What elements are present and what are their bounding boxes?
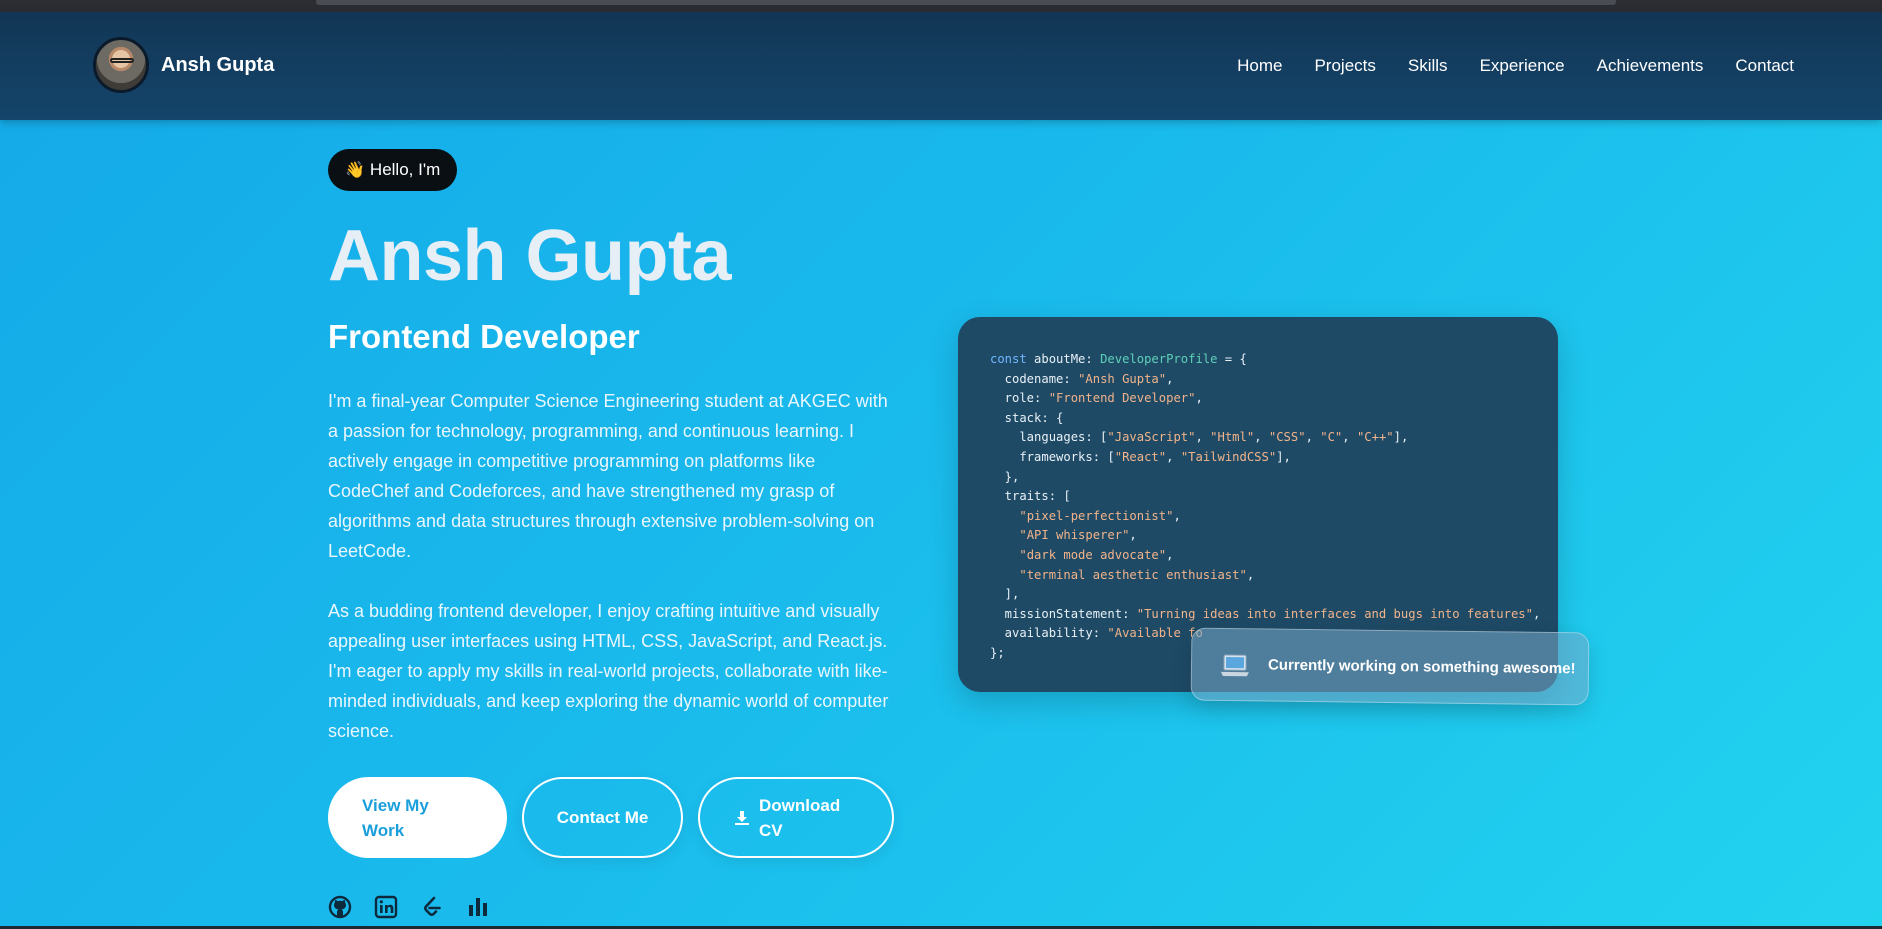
greeting-text: Hello, I'm <box>369 160 441 179</box>
code-string: "Ansh Gupta" <box>1078 371 1167 386</box>
status-text: Currently working on something awesome! <box>1267 656 1576 678</box>
bio-paragraph-2: As a budding frontend developer, I enjoy… <box>328 601 889 741</box>
nav-home[interactable]: Home <box>1237 56 1282 76</box>
linkedin-icon[interactable] <box>374 895 398 919</box>
code-keyword: const <box>990 352 1027 366</box>
view-work-label: View My Work <box>362 795 429 840</box>
code-string: "Html" <box>1210 430 1255 445</box>
hero-role: Frontend Developer <box>328 318 640 355</box>
code-string: "Frontend Developer" <box>1048 391 1196 406</box>
navbar: Ansh Gupta Home Projects Skills Experien… <box>0 12 1882 120</box>
code-key: languages: [ <box>990 430 1108 445</box>
code-brace: }, <box>990 469 1020 484</box>
code-string: "API whisperer" <box>1019 528 1130 543</box>
download-cv-button[interactable]: Download CV <box>698 777 894 858</box>
code-string: "Turning ideas into interfaces and bugs … <box>1136 606 1533 621</box>
code-string: "CSS" <box>1268 430 1306 445</box>
avatar <box>93 37 149 93</box>
nav-projects[interactable]: Projects <box>1314 56 1375 76</box>
github-icon[interactable] <box>328 895 352 919</box>
leetcode-icon[interactable] <box>420 895 444 919</box>
download-icon <box>735 810 749 825</box>
code-key: availability: <box>990 626 1108 641</box>
laptop-icon <box>1220 653 1249 676</box>
code-key: traits: [ <box>990 489 1071 504</box>
code-string: "React" <box>1114 449 1167 464</box>
code-block: const aboutMe: DeveloperProfile = { code… <box>990 352 1541 660</box>
browser-scroll-indicator <box>316 0 1616 5</box>
code-key: codename: <box>990 371 1079 386</box>
code-string: "pixel-perfectionist" <box>1019 508 1174 523</box>
download-cv-label: Download CV <box>759 795 841 840</box>
bio-paragraph-1: I'm a final-year Computer Science Engine… <box>328 391 888 561</box>
code-assign: = { <box>1217 352 1247 366</box>
code-key: frameworks: [ <box>990 449 1115 464</box>
code-key: stack: { <box>990 410 1064 425</box>
main-nav: Home Projects Skills Experience Achievem… <box>1237 56 1794 76</box>
brand[interactable]: Ansh Gupta <box>93 37 274 93</box>
codechef-bar-icon[interactable] <box>466 895 490 919</box>
contact-me-label: Contact Me <box>556 807 649 827</box>
code-string: "dark mode advocate" <box>1019 547 1167 562</box>
hero-name: Ansh Gupta <box>328 216 732 296</box>
code-brace: }; <box>990 645 1005 660</box>
brand-name: Ansh Gupta <box>161 53 275 76</box>
code-key: role: <box>990 391 1049 406</box>
contact-me-button[interactable]: Contact Me <box>522 777 683 858</box>
nav-experience[interactable]: Experience <box>1480 56 1565 76</box>
code-key: missionStatement: <box>990 606 1137 621</box>
code-var: aboutMe: <box>1026 352 1101 366</box>
code-string: "terminal aesthetic enthusiast" <box>1019 567 1247 582</box>
nav-achievements[interactable]: Achievements <box>1597 56 1704 76</box>
waving-hand-icon: 👋 <box>345 162 365 179</box>
code-type: DeveloperProfile <box>1100 352 1218 366</box>
code-string: "Available fo <box>1107 626 1203 641</box>
code-string: "TailwindCSS" <box>1180 449 1277 464</box>
nav-skills[interactable]: Skills <box>1408 56 1448 76</box>
greeting-badge: 👋 Hello, I'm <box>328 149 458 191</box>
status-card: Currently working on something awesome! <box>1190 627 1590 706</box>
nav-contact[interactable]: Contact <box>1735 56 1794 76</box>
view-work-button[interactable]: View My Work <box>328 777 507 858</box>
code-string: "C++" <box>1356 430 1394 445</box>
social-links <box>328 895 490 919</box>
browser-top-strip <box>0 0 1882 12</box>
code-brace: ], <box>990 587 1020 602</box>
code-string: "JavaScript" <box>1107 430 1196 445</box>
code-string: "C" <box>1320 430 1343 445</box>
